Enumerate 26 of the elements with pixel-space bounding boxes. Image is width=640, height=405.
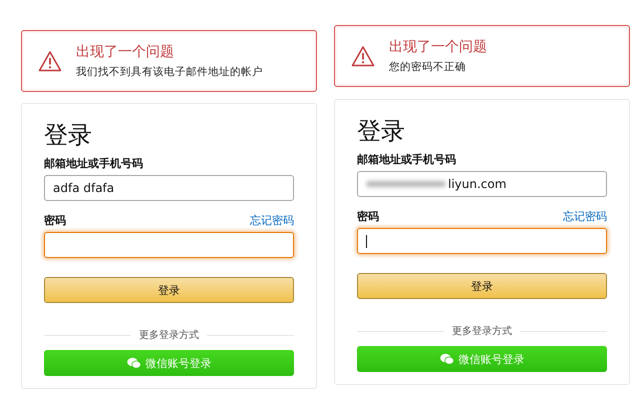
alert-title: 出现了一个问题 — [76, 43, 175, 61]
login-title: 登录 — [357, 116, 406, 147]
password-field[interactable] — [357, 228, 607, 254]
warning-icon — [351, 45, 375, 67]
password-label: 密码 — [357, 209, 379, 224]
chat-bubbles-icon — [126, 357, 140, 369]
warning-icon — [38, 50, 62, 72]
email-value: liyun.com — [448, 177, 506, 191]
login-button[interactable]: 登录 — [44, 277, 294, 303]
forgot-password-link[interactable]: 忘记密码 — [250, 213, 294, 228]
chat-bubbles-icon — [440, 353, 454, 365]
alert-title: 出现了一个问题 — [389, 38, 487, 56]
email-field[interactable]: adfa dfafa — [44, 175, 294, 201]
password-label: 密码 — [44, 213, 66, 228]
alert-message: 我们找不到具有该电子邮件地址的帐户 — [76, 65, 263, 79]
email-label: 邮箱地址或手机号码 — [44, 156, 144, 171]
password-field[interactable] — [44, 232, 294, 258]
login-button[interactable]: 登录 — [357, 273, 607, 299]
email-field[interactable]: liyun.com — [357, 171, 607, 197]
divider-label: 更多登录方式 — [139, 328, 199, 342]
divider-label: 更多登录方式 — [452, 324, 512, 338]
forgot-password-link[interactable]: 忘记密码 — [563, 209, 607, 224]
login-title: 登录 — [44, 120, 93, 151]
alert-message: 您的密码不正确 — [389, 60, 467, 74]
email-value: adfa dfafa — [53, 181, 114, 195]
email-label: 邮箱地址或手机号码 — [357, 152, 457, 167]
